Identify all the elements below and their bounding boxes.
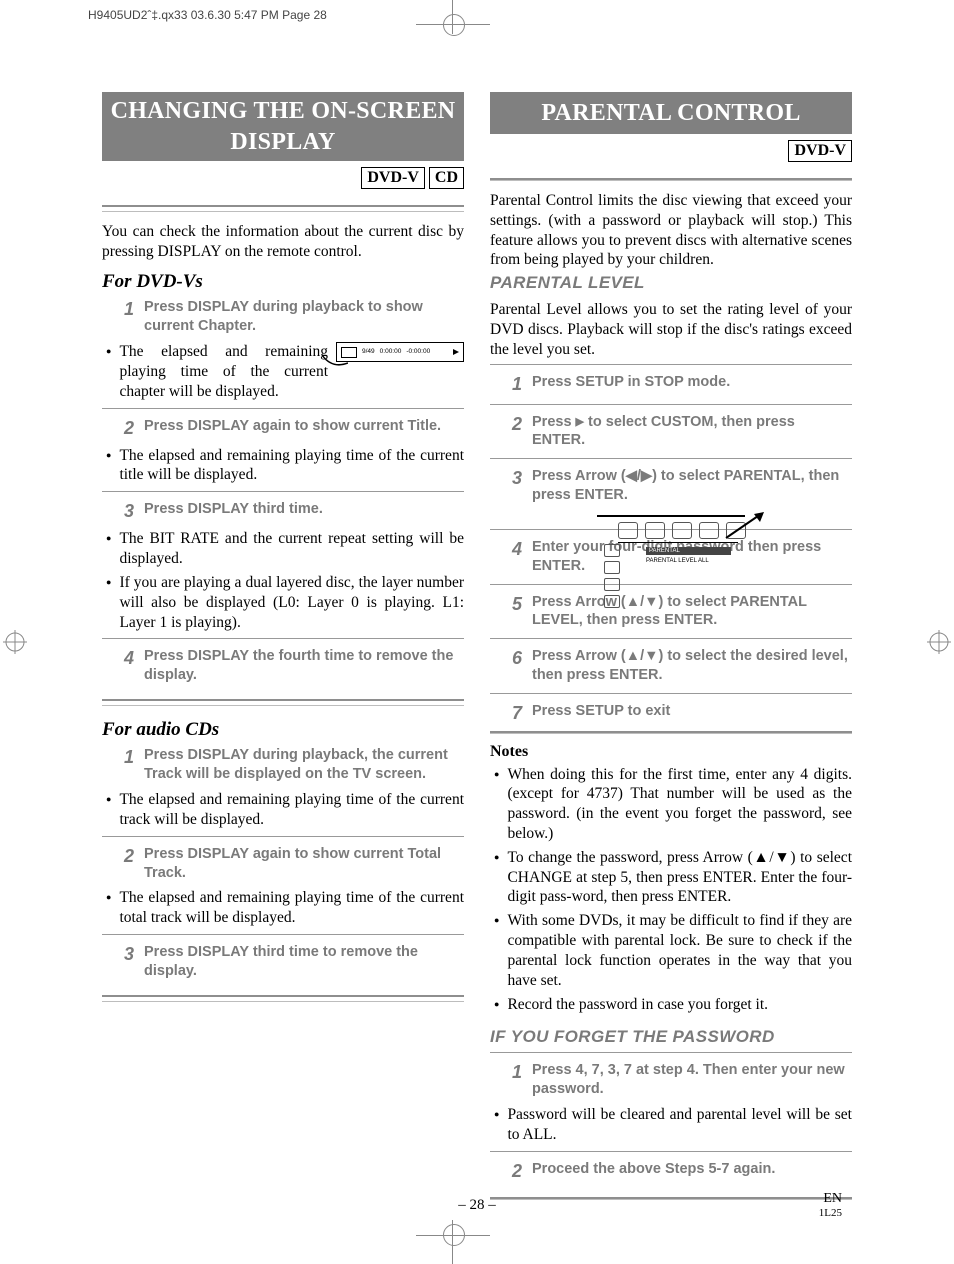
osd-elapsed: 0:00:00	[380, 348, 402, 356]
registration-mark	[927, 630, 951, 654]
menu-icon	[618, 522, 638, 539]
menu-icon	[672, 522, 692, 539]
intro-text: You can check the information about the …	[102, 222, 464, 262]
badge-dvdv: DVD-V	[361, 167, 425, 189]
badge-dvdv: DVD-V	[788, 140, 852, 162]
format-badges: DVD-V	[490, 140, 852, 162]
fp-step-2: 2Proceed the above Steps 5-7 again.	[510, 1160, 852, 1183]
menu-highlight: PARENTAL	[646, 547, 731, 555]
bullet-text: The elapsed and remaining playing time o…	[119, 790, 464, 830]
format-badges: DVD-V CD	[102, 167, 464, 189]
r-step-3: 3Press Arrow (◀/▶) to select PARENTAL, t…	[510, 467, 852, 505]
left-column: CHANGING THE ON-SCREEN DISPLAY DVD-V CD …	[102, 92, 464, 1178]
subhead-forgot-password: IF YOU FORGET THE PASSWORD	[490, 1026, 852, 1048]
step-3: 3Press DISPLAY third time.	[122, 500, 464, 523]
page-number: – 28 –	[0, 1197, 954, 1214]
menu-label: PARENTAL LEVEL ALL	[646, 558, 709, 566]
right-column: PARENTAL CONTROL DVD-V Parental Control …	[490, 92, 852, 1178]
fp-bullet: Password will be cleared and parental le…	[507, 1105, 852, 1145]
r-step-1: 1Press SETUP in STOP mode.	[510, 373, 852, 396]
subhead-parental-level: PARENTAL LEVEL	[490, 272, 852, 294]
fp-step-1: 1Press 4, 7, 3, 7 at step 4. Then enter …	[510, 1061, 852, 1099]
badge-cd: CD	[429, 167, 464, 189]
section-title: PARENTAL CONTROL	[490, 92, 852, 134]
note: With some DVDs, it may be difficult to f…	[507, 911, 852, 990]
bullet-text: The elapsed and remaining playing time o…	[119, 888, 464, 928]
intro-text: Parental Control limits the disc viewing…	[490, 191, 852, 270]
menu-icon	[699, 522, 719, 539]
osd-figure: 9/49 0:00:00 -0:00:00	[336, 342, 464, 362]
side-icon	[604, 561, 620, 574]
cd-step-1: 1Press DISPLAY during playback, the curr…	[122, 746, 464, 784]
r-step-6: 6Press Arrow (▲/▼) to select the desired…	[510, 647, 852, 685]
subhead-dvd: For DVD-Vs	[102, 270, 464, 294]
note: Record the password in case you forget i…	[507, 995, 852, 1015]
step-4: 4Press DISPLAY the fourth time to remove…	[122, 647, 464, 685]
note: To change the password, press Arrow (▲/▼…	[507, 848, 852, 907]
crop-mark	[416, 24, 490, 25]
page: H9405UD2ˆ‡.qx33 03.6.30 5:47 PM Page 28 …	[0, 0, 954, 1264]
bullet-text: The elapsed and remaining playing time o…	[119, 446, 464, 486]
footer-lang: EN	[819, 1191, 842, 1207]
r-step-2: 2Press ▶ to select CUSTOM, then press EN…	[510, 413, 852, 451]
side-icon	[604, 595, 620, 608]
r-step-4: 4Enter your four-digit password then pre…	[510, 538, 852, 576]
subhead-cd: For audio CDs	[102, 718, 464, 742]
crop-mark	[416, 1235, 490, 1236]
bullet-text: If you are playing a dual layered disc, …	[119, 573, 464, 632]
side-icon	[604, 578, 620, 591]
pl-intro: Parental Level allows you to set the rat…	[490, 300, 852, 359]
section-title: CHANGING THE ON-SCREEN DISPLAY	[102, 92, 464, 161]
notes-heading: Notes	[490, 742, 852, 762]
divider	[102, 205, 464, 212]
r-step-5: 5Press Arrow (▲/▼) to select PARENTAL LE…	[510, 593, 852, 631]
note: When doing this for the first time, ente…	[507, 765, 852, 844]
footer-right: EN 1L25	[819, 1191, 842, 1220]
registration-mark	[3, 630, 27, 654]
cd-step-2: 2Press DISPLAY again to show current Tot…	[122, 845, 464, 883]
setup-menu-figure: PARENTAL PARENTAL LEVEL ALL	[597, 515, 745, 517]
footer-code: 1L25	[819, 1207, 842, 1220]
crop-mark	[443, 14, 465, 36]
print-header: H9405UD2ˆ‡.qx33 03.6.30 5:47 PM Page 28	[88, 8, 327, 22]
step-1: 1Press DISPLAY during playback to show c…	[122, 298, 464, 336]
bullet-text: The BIT RATE and the current repeat sett…	[119, 529, 464, 569]
cd-step-3: 3Press DISPLAY third time to remove the …	[122, 943, 464, 981]
osd-chapter: 9/49	[362, 348, 375, 356]
r-step-7: 7Press SETUP to exit	[510, 702, 852, 725]
bullet-text: The elapsed and remaining playing time o…	[119, 342, 328, 401]
osd-remain: -0:00:00	[406, 348, 430, 356]
menu-icon	[645, 522, 665, 539]
content-area: CHANGING THE ON-SCREEN DISPLAY DVD-V CD …	[102, 92, 852, 1178]
side-icon	[604, 544, 620, 557]
step-2: 2Press DISPLAY again to show current Tit…	[122, 417, 464, 440]
play-icon	[453, 349, 459, 355]
